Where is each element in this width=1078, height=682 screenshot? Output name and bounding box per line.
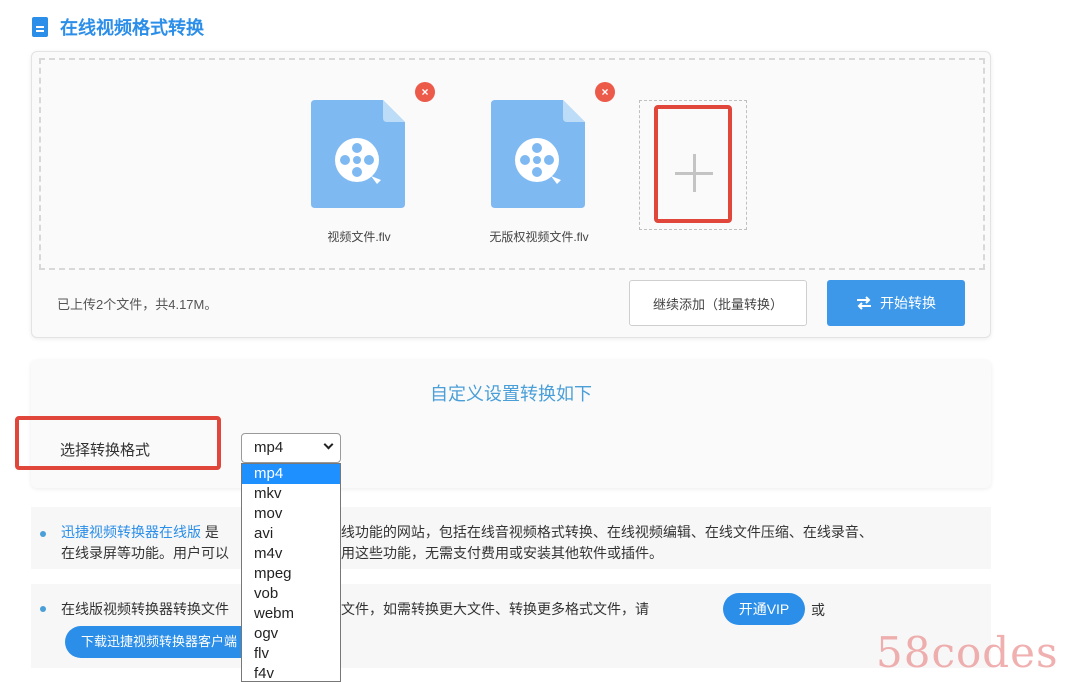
info-text: 供在线功能的网站，包括在线音视频格式转换、在线视频编辑、在线文件压缩、在线录音、 xyxy=(312,524,873,540)
info-text: 是 xyxy=(201,524,219,540)
format-dropdown[interactable]: mp4 mkv mov avi m4v mpeg vob webm ogv fl… xyxy=(241,463,341,682)
start-convert-button[interactable]: 开始转换 xyxy=(827,280,965,326)
add-highlight-box xyxy=(654,105,732,223)
upload-summary: 已上传2个文件，共4.17M。 xyxy=(57,297,218,312)
format-option[interactable]: mpeg xyxy=(242,564,340,584)
info-text: 免费试用这些功能，无需支付费用或安装其他软件或插件。 xyxy=(299,545,663,561)
format-option[interactable]: m4v xyxy=(242,544,340,564)
swap-icon xyxy=(857,296,871,310)
video-file-icon xyxy=(491,100,585,208)
or-text: 或 xyxy=(811,602,825,618)
file-name: 视频文件.flv xyxy=(327,230,391,244)
drop-zone[interactable]: × 视频文件.flv × 无版权视频文件.flv xyxy=(39,58,985,270)
format-select[interactable]: mp4 xyxy=(241,433,341,463)
info-text: 在线录屏等功能。用户可以 xyxy=(61,545,229,561)
info-text: 以内文件，如需转换更大文件、转换更多格式文件，请 xyxy=(313,601,649,617)
format-option[interactable]: f4v xyxy=(242,664,340,681)
format-option[interactable]: mov xyxy=(242,504,340,524)
chevron-down-icon xyxy=(323,439,334,450)
format-select-value: mp4 xyxy=(254,439,284,456)
settings-title: 自定义设置转换如下 xyxy=(430,384,592,404)
file-card: × 视频文件.flv xyxy=(309,82,435,250)
watermark: 58codes xyxy=(876,628,1059,677)
settings-panel: 自定义设置转换如下 选择转换格式 mp4 xyxy=(15,360,991,488)
upload-panel: × 视频文件.flv × 无版权视频文件.flv 已上传2个文件，共4.17M。… xyxy=(31,51,991,338)
open-vip-button[interactable]: 开通VIP xyxy=(723,593,805,625)
info-line: 在线录屏等功能。用户可以 免费试用这些功能，无需支付费用或安装其他软件或插件。 xyxy=(61,543,663,563)
format-label: 选择转换格式 xyxy=(60,442,151,459)
delete-file-icon[interactable]: × xyxy=(415,82,435,102)
info-line: 在线版视频转换器转换文件 以内文件，如需转换更大文件、转换更多格式文件，请 xyxy=(61,599,649,619)
format-option[interactable]: flv xyxy=(242,644,340,664)
format-option[interactable]: ogv xyxy=(242,624,340,644)
product-link[interactable]: 迅捷视频转换器在线版 xyxy=(61,524,201,540)
info-line: 迅捷视频转换器在线版 是 供在线功能的网站，包括在线音视频格式转换、在线视频编辑、… xyxy=(61,522,873,542)
delete-file-icon[interactable]: × xyxy=(595,82,615,102)
format-option[interactable]: vob xyxy=(242,584,340,604)
info-text: 在线版视频转换器转换文件 xyxy=(61,601,229,617)
format-option[interactable]: webm xyxy=(242,604,340,624)
bullet-dot xyxy=(40,606,46,612)
video-file-icon xyxy=(311,100,405,208)
start-convert-label: 开始转换 xyxy=(880,295,936,311)
file-card: × 无版权视频文件.flv xyxy=(489,82,615,250)
format-option[interactable]: mkv xyxy=(242,484,340,504)
info-card: 迅捷视频转换器在线版 是 供在线功能的网站，包括在线音视频格式转换、在线视频编辑、… xyxy=(31,507,991,569)
add-file-button[interactable] xyxy=(639,100,747,230)
page-header: 在线视频格式转换 xyxy=(32,14,204,40)
page-title: 在线视频格式转换 xyxy=(60,18,204,38)
bullet-dot xyxy=(40,531,46,537)
format-option[interactable]: avi xyxy=(242,524,340,544)
file-name: 无版权视频文件.flv xyxy=(489,230,589,244)
document-icon xyxy=(32,17,48,37)
plus-icon xyxy=(675,154,713,192)
info-card: 在线版视频转换器转换文件 以内文件，如需转换更大文件、转换更多格式文件，请 开通V… xyxy=(31,584,991,668)
format-option[interactable]: mp4 xyxy=(242,464,340,484)
continue-add-button[interactable]: 继续添加（批量转换） xyxy=(629,280,807,326)
